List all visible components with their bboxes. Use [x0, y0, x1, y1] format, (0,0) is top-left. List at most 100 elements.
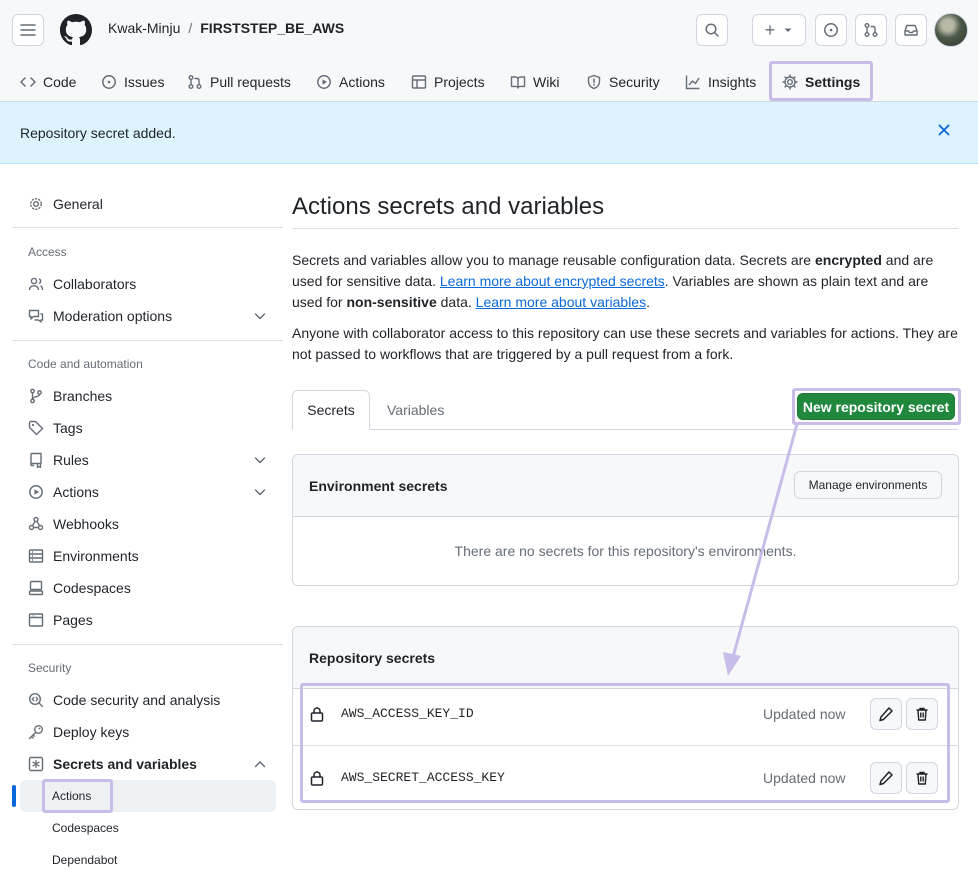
box-header: Repository secrets	[293, 627, 958, 689]
pull-requests-button[interactable]	[855, 14, 887, 46]
inbox-icon	[904, 24, 918, 36]
text-bold: non-sensitive	[346, 294, 437, 310]
chevron-up-icon[interactable]	[252, 756, 268, 772]
sidebar-item-secrets[interactable]: Secrets and variables	[28, 752, 197, 776]
box-header: Environment secrets Manage environments	[293, 455, 958, 517]
sidebar-item-label: Branches	[53, 388, 113, 404]
inbox-button[interactable]	[895, 14, 927, 46]
chevron-down-icon[interactable]	[252, 452, 268, 468]
tab-label: Projects	[434, 74, 485, 90]
sidebar-divider	[12, 227, 283, 228]
sidebar-item-codespaces[interactable]: Codespaces	[28, 576, 131, 600]
key-icon	[28, 725, 43, 740]
description-paragraph: Secrets and variables allow you to manag…	[292, 250, 962, 313]
search-icon	[705, 23, 719, 37]
issues-button[interactable]	[815, 14, 847, 46]
tab-variables[interactable]: Variables	[387, 402, 444, 418]
repository-secrets-title: Repository secrets	[309, 650, 436, 666]
webhook-icon	[28, 516, 44, 531]
sidebar-divider	[12, 644, 283, 645]
sidebar-item-webhooks[interactable]: Webhooks	[28, 512, 119, 536]
tab-security[interactable]: Security	[586, 68, 660, 96]
sidebar-item-label: Collaborators	[53, 276, 137, 292]
subtab-border	[292, 429, 958, 430]
sidebar-item-label: Webhooks	[53, 516, 119, 532]
tab-insights[interactable]: Insights	[685, 68, 756, 96]
variables-link[interactable]: Learn more about variables	[476, 294, 646, 310]
tab-pull-requests[interactable]: Pull requests	[187, 68, 291, 96]
sidebar-item-tags[interactable]: Tags	[28, 416, 83, 440]
manage-environments-button[interactable]: Manage environments	[794, 471, 942, 499]
chevron-down-icon[interactable]	[252, 308, 268, 324]
sidebar-item-general[interactable]: General	[28, 192, 103, 216]
secrets-highlight	[300, 683, 950, 803]
create-new-button[interactable]: +	[752, 14, 806, 46]
title-divider	[292, 228, 958, 229]
sidebar-item-label: Code security and analysis	[53, 692, 221, 708]
encrypted-secrets-link[interactable]: Learn more about encrypted secrets	[440, 273, 665, 289]
people-icon	[28, 277, 44, 291]
sidebar-item-actions[interactable]: Actions	[28, 480, 99, 504]
pull-request-icon	[864, 23, 878, 37]
sidebar-item-label: General	[53, 196, 103, 212]
sidebar-item-label: Secrets and variables	[53, 756, 197, 772]
tab-label: Code	[43, 74, 77, 90]
sidebar-item-rules[interactable]: Rules	[28, 448, 89, 472]
tab-label: Insights	[708, 74, 757, 90]
sidebar-subitem-codespaces[interactable]: Codespaces	[52, 821, 119, 835]
search-button[interactable]	[696, 14, 728, 46]
comment-discussion-icon	[28, 309, 44, 323]
close-icon[interactable]	[936, 122, 952, 138]
browser-icon	[28, 613, 44, 627]
text: data.	[436, 294, 476, 310]
sidebar-item-label: Codespaces	[53, 580, 131, 596]
sidebar-subitem-dependabot[interactable]: Dependabot	[52, 853, 117, 867]
sidebar-item-label: Pages	[53, 612, 93, 628]
codespaces-icon	[28, 580, 44, 596]
sidebar-item-environments[interactable]: Environments	[28, 544, 139, 568]
sidebar-item-collaborators[interactable]: Collaborators	[28, 272, 136, 296]
gear-icon	[29, 197, 43, 211]
sidebar-item-branches[interactable]: Branches	[28, 384, 112, 408]
sidebar-item-label: Tags	[53, 420, 83, 436]
sidebar-item-deploy-keys[interactable]: Deploy keys	[28, 720, 129, 744]
flash-banner: Repository secret added.	[0, 102, 978, 164]
environment-secrets-title: Environment secrets	[309, 478, 448, 494]
branch-icon	[30, 388, 42, 404]
breadcrumb-separator: /	[188, 20, 193, 36]
tab-secrets[interactable]: Secrets	[292, 390, 370, 430]
sidebar-item-pages[interactable]: Pages	[28, 608, 93, 632]
owner-link[interactable]: Kwak-Minju	[108, 20, 180, 36]
tab-projects[interactable]: Projects	[411, 68, 485, 96]
asterisk-icon	[28, 756, 44, 772]
tab-label: Pull requests	[210, 74, 291, 90]
tab-code[interactable]: Code	[20, 68, 76, 96]
text-bold: encrypted	[814, 252, 882, 268]
repo-link[interactable]: FIRSTSTEP_BE_AWS	[200, 20, 344, 36]
flash-message: Repository secret added.	[20, 125, 176, 141]
chevron-down-icon[interactable]	[252, 484, 268, 500]
sidebar-item-moderation[interactable]: Moderation options	[28, 304, 172, 328]
table-icon	[411, 75, 427, 89]
issue-icon	[824, 23, 838, 37]
tab-issues[interactable]: Issues	[101, 68, 164, 96]
tab-actions[interactable]: Actions	[316, 68, 385, 96]
settings-highlight	[769, 61, 873, 101]
server-icon	[28, 549, 44, 563]
github-logo-icon[interactable]	[60, 14, 92, 46]
tab-label: Wiki	[533, 74, 560, 90]
breadcrumb: Kwak-Minju / FIRSTSTEP_BE_AWS	[108, 20, 344, 36]
sidebar-item-code-security[interactable]: Code security and analysis	[28, 688, 220, 712]
page-title: Actions secrets and variables	[292, 193, 605, 220]
tab-label: Secrets	[307, 402, 355, 418]
sidebar-item-label: Environments	[53, 548, 139, 564]
sidebar-heading-security: Security	[28, 661, 72, 675]
tag-icon	[28, 420, 44, 436]
pull-request-icon	[188, 75, 202, 89]
menu-button[interactable]	[12, 14, 44, 46]
tab-wiki[interactable]: Wiki	[510, 68, 559, 96]
avatar[interactable]	[934, 13, 968, 47]
sidebar-item-label: Rules	[53, 452, 89, 468]
top-header: Kwak-Minju / FIRSTSTEP_BE_AWS +	[0, 0, 978, 60]
empty-message: There are no secrets for this repository…	[454, 543, 797, 559]
